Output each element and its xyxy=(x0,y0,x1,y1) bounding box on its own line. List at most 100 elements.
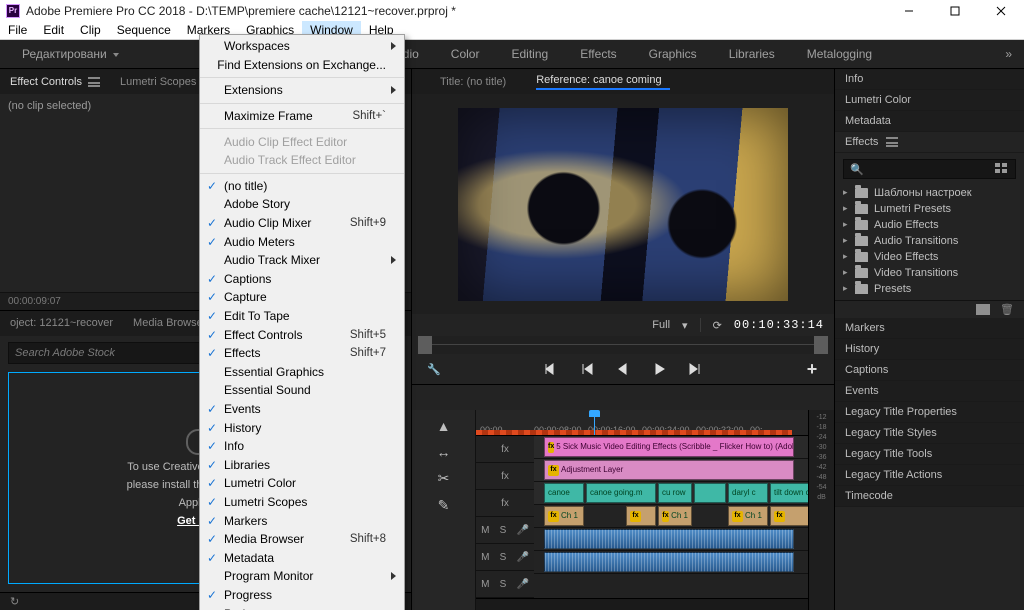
tree-item[interactable]: ▸Video Transitions xyxy=(843,265,1016,280)
clip-v1-0[interactable]: canoe xyxy=(544,483,584,503)
clip-v1-4[interactable]: daryl c xyxy=(728,483,768,503)
clip-a1-3[interactable]: fxCh 1 xyxy=(728,506,768,526)
clip-v1-2[interactable]: cu row xyxy=(658,483,692,503)
tab-reference[interactable]: Reference: canoe coming xyxy=(536,74,669,90)
clip-v1-1[interactable]: canoe going.m xyxy=(586,483,656,503)
menu-file[interactable]: File xyxy=(0,21,35,39)
panel-timecode[interactable]: Timecode xyxy=(835,486,1024,507)
menu-item[interactable]: Find Extensions on Exchange... xyxy=(200,56,404,75)
program-viewer[interactable] xyxy=(412,94,834,314)
menu-item[interactable]: Program Monitor xyxy=(200,567,404,586)
settings-icon[interactable]: ⟳ xyxy=(713,319,722,332)
menu-sequence[interactable]: Sequence xyxy=(109,21,179,39)
menu-item[interactable]: ✓Progress xyxy=(200,586,404,605)
menu-item[interactable]: ✓Capture xyxy=(200,288,404,307)
tool-ripple[interactable]: ↔ xyxy=(437,444,451,460)
panel-history[interactable]: History xyxy=(835,339,1024,360)
menu-item[interactable]: Extensions xyxy=(200,81,404,100)
menu-item[interactable]: Essential Graphics xyxy=(200,363,404,382)
track-a1-header[interactable]: MS🎤 xyxy=(476,517,534,544)
menu-item[interactable]: ✓Edit To Tape xyxy=(200,307,404,326)
ws-tab-effects[interactable]: Effects xyxy=(564,47,632,61)
window-min-button[interactable] xyxy=(886,0,932,21)
panel-legacy-title-tools[interactable]: Legacy Title Tools xyxy=(835,444,1024,465)
tree-item[interactable]: ▸Lumetri Presets xyxy=(843,201,1016,216)
ws-tab-editing-ru[interactable]: Редактировани xyxy=(6,47,135,61)
timeline-hscroll[interactable] xyxy=(476,598,808,610)
menu-item[interactable]: ✓Libraries xyxy=(200,455,404,474)
menu-item[interactable]: Projects xyxy=(200,604,404,610)
tree-item[interactable]: ▸Video Effects xyxy=(843,249,1016,264)
menu-item[interactable]: ✓(no title) xyxy=(200,177,404,196)
tree-item[interactable]: ▸Presets xyxy=(843,281,1016,296)
ws-overflow-button[interactable]: » xyxy=(999,47,1024,61)
menu-item[interactable]: ✓Lumetri Scopes xyxy=(200,493,404,512)
menu-item[interactable]: Audio Track Mixer xyxy=(200,251,404,270)
play-button[interactable] xyxy=(649,359,669,379)
track-a2-header[interactable]: MS🎤 xyxy=(476,544,534,571)
effects-search-input[interactable]: 🔍 xyxy=(843,159,1016,179)
clip-v1-5[interactable]: tilt down canoe.mxf xyxy=(770,483,808,503)
menu-item[interactable]: ✓Metadata xyxy=(200,548,404,567)
tab-effect-controls[interactable]: Effect Controls xyxy=(10,76,100,88)
mark-in-button[interactable] xyxy=(541,359,561,379)
panel-captions[interactable]: Captions xyxy=(835,360,1024,381)
step-back-button[interactable] xyxy=(613,359,633,379)
sync-icon[interactable]: ↻ xyxy=(10,595,19,608)
tree-item[interactable]: ▸Шаблоны настроек xyxy=(843,185,1016,200)
track-a3-header[interactable]: MS🎤 xyxy=(476,571,534,598)
button-editor[interactable]: 🔧 xyxy=(424,359,444,379)
ws-tab-graphics[interactable]: Graphics xyxy=(633,47,713,61)
ws-tab-libraries[interactable]: Libraries xyxy=(713,47,791,61)
menu-item[interactable]: ✓EffectsShift+7 xyxy=(200,344,404,363)
panel-legacy-title-actions[interactable]: Legacy Title Actions xyxy=(835,465,1024,486)
menu-item[interactable]: ✓Audio Meters xyxy=(200,232,404,251)
tab-title[interactable]: Title: (no title) xyxy=(440,76,506,88)
step-fwd-button[interactable] xyxy=(685,359,705,379)
effects-filter-icon[interactable] xyxy=(995,163,1009,175)
menu-item[interactable]: ✓Lumetri Color xyxy=(200,474,404,493)
tool-selection[interactable]: ▲ xyxy=(437,418,451,434)
panel-legacy-title-properties[interactable]: Legacy Title Properties xyxy=(835,402,1024,423)
ws-tab-editing[interactable]: Editing xyxy=(495,47,564,61)
track-v2-header[interactable]: fx xyxy=(476,463,534,490)
zoom-select[interactable]: Full xyxy=(652,319,670,331)
clip-a1-4[interactable]: fx xyxy=(770,506,808,526)
tree-item[interactable]: ▸Audio Effects xyxy=(843,217,1016,232)
new-bin-icon[interactable] xyxy=(976,304,990,315)
panel-lumetri-color[interactable]: Lumetri Color xyxy=(835,90,1024,111)
menu-item[interactable]: ✓Effect ControlsShift+5 xyxy=(200,325,404,344)
panel-menu-icon[interactable] xyxy=(88,77,100,87)
clip-v1-3[interactable] xyxy=(694,483,726,503)
clip-a1-2[interactable]: fxCh 1 xyxy=(658,506,692,526)
panel-legacy-title-styles[interactable]: Legacy Title Styles xyxy=(835,423,1024,444)
panel-markers[interactable]: Markers xyxy=(835,318,1024,339)
add-button-button[interactable]: + xyxy=(802,359,822,379)
program-scrubber[interactable] xyxy=(418,336,828,354)
menu-item[interactable]: Workspaces xyxy=(200,37,404,56)
menu-item[interactable]: ✓Events xyxy=(200,400,404,419)
menu-item[interactable]: ✓Audio Clip MixerShift+9 xyxy=(200,214,404,233)
menu-item[interactable]: ✓Media BrowserShift+8 xyxy=(200,530,404,549)
track-v1-header[interactable]: fx xyxy=(476,490,534,517)
clip-a1-0[interactable]: fxCh 1 xyxy=(544,506,584,526)
tool-razor[interactable]: ✂ xyxy=(438,470,450,487)
tab-project[interactable]: oject: 12121~recover xyxy=(10,317,113,329)
tool-pen[interactable]: ✎ xyxy=(438,497,450,514)
ws-tab-metalogging[interactable]: Metalogging xyxy=(791,47,888,61)
delete-icon[interactable]: 🗑 xyxy=(1000,303,1014,316)
clip-a1-1[interactable]: fx xyxy=(626,506,656,526)
menu-item[interactable]: ✓Info xyxy=(200,437,404,456)
menu-item[interactable]: ✓Captions xyxy=(200,270,404,289)
tab-media-browser[interactable]: Media Browser xyxy=(133,317,206,329)
timeline-lanes[interactable]: fx 5 Sick Music Video Editing Effects (S… xyxy=(534,436,808,598)
panel-effects-header[interactable]: Effects xyxy=(835,132,1024,153)
go-to-in-button[interactable] xyxy=(577,359,597,379)
clip-a2[interactable] xyxy=(544,529,794,549)
menu-item[interactable]: ✓Markers xyxy=(200,511,404,530)
track-v3-header[interactable]: fx xyxy=(476,436,534,463)
panel-metadata[interactable]: Metadata xyxy=(835,111,1024,132)
menu-item[interactable]: Maximize FrameShift+` xyxy=(200,107,404,126)
menu-item[interactable]: ✓History xyxy=(200,418,404,437)
clip-v3[interactable]: fx 5 Sick Music Video Editing Effects (S… xyxy=(544,437,794,457)
